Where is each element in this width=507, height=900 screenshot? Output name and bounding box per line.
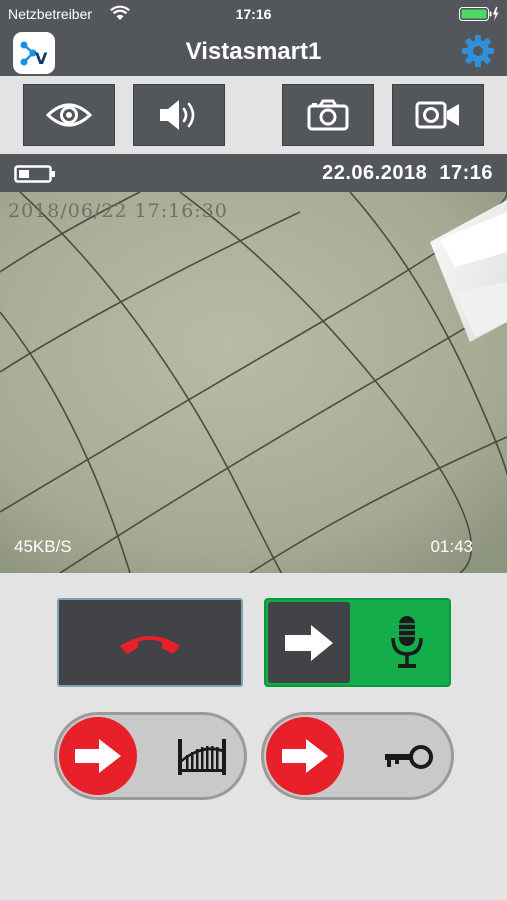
- camera-icon: [307, 99, 349, 131]
- video-camera-icon: [415, 101, 459, 129]
- microphone-icon: [391, 616, 423, 668]
- info-bar: 22.06.2018 17:16: [0, 154, 507, 192]
- info-date: 22.06.2018: [322, 162, 428, 184]
- nav-bar: V Vistasmart1: [0, 28, 507, 76]
- door-open-slider[interactable]: [261, 712, 454, 800]
- call-timer: 01:43: [430, 537, 473, 556]
- datetime-display: 22.06.2018 17:16: [322, 162, 493, 185]
- video-bitrate: 45KB/S: [14, 537, 72, 556]
- gate-icon: [178, 739, 226, 775]
- info-time: 17:16: [439, 162, 493, 184]
- status-time: 17:16: [235, 6, 272, 22]
- toolbar: [0, 76, 507, 154]
- talk-arrow-box: [268, 602, 350, 683]
- status-bar: Netzbetreiber 17:16: [0, 0, 507, 28]
- gate-slider-knob[interactable]: [59, 717, 137, 795]
- record-button[interactable]: [392, 84, 484, 146]
- hangup-button[interactable]: [57, 598, 243, 687]
- arrow-right-icon: [282, 739, 328, 773]
- video-feed[interactable]: 2018/06/22 17:16:30 45KB/S 01:43: [0, 192, 507, 573]
- view-button[interactable]: [23, 84, 115, 146]
- eye-icon: [46, 103, 92, 127]
- arrow-right-icon: [285, 624, 333, 661]
- speaker-button[interactable]: [133, 84, 225, 146]
- speaker-icon: [160, 100, 195, 130]
- gear-icon[interactable]: [461, 34, 495, 68]
- snapshot-button[interactable]: [282, 84, 374, 146]
- talk-button[interactable]: [264, 598, 451, 687]
- camera-image: [0, 192, 507, 573]
- battery-charging-icon: [459, 7, 499, 21]
- battery-icon: [14, 165, 55, 183]
- arrow-right-icon: [75, 739, 121, 773]
- door-slider-knob[interactable]: [266, 717, 344, 795]
- key-icon: [385, 745, 433, 769]
- app-title: Vistasmart1: [185, 38, 322, 65]
- phone-hangup-icon: [120, 635, 180, 654]
- gate-open-slider[interactable]: [54, 712, 247, 800]
- video-timestamp: 2018/06/22 17:16:30: [8, 200, 228, 222]
